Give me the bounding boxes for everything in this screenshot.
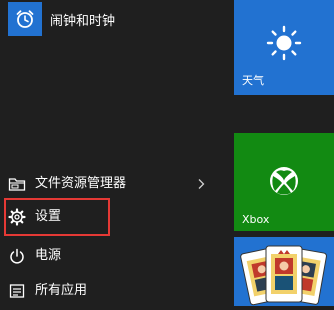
tile-weather[interactable]: 天气 [234,0,334,95]
alarm-clock-icon [8,2,42,36]
menu-item-file-explorer[interactable]: 文件资源管理器 [0,168,230,200]
settings-highlight-box [4,198,110,236]
menu-item-all-apps[interactable]: 所有应用 [0,275,230,307]
playing-cards-icon [238,240,330,306]
menu-item-power[interactable]: 电源 [0,240,230,272]
list-icon [8,282,26,300]
folder-icon [8,175,26,193]
xbox-logo-icon [268,165,300,197]
sun-icon [265,24,303,62]
menu-item-label: 文件资源管理器 [35,176,127,191]
power-icon [8,247,26,265]
menu-item-label: 所有应用 [35,283,88,298]
app-entry-alarms-clock[interactable]: 闹钟和时钟 [0,0,230,40]
start-menu-left-panel: 闹钟和时钟 文件资源管理器 设置 电源 所有应用 [0,0,230,306]
tile-label: 天气 [242,74,264,87]
chevron-right-icon[interactable] [197,175,207,193]
tile-xbox[interactable]: Xbox [234,133,334,231]
tile-label: Xbox [242,213,270,226]
tile-solitaire[interactable] [234,237,334,306]
app-entry-label: 闹钟和时钟 [50,14,116,29]
menu-item-label: 电源 [35,248,62,263]
